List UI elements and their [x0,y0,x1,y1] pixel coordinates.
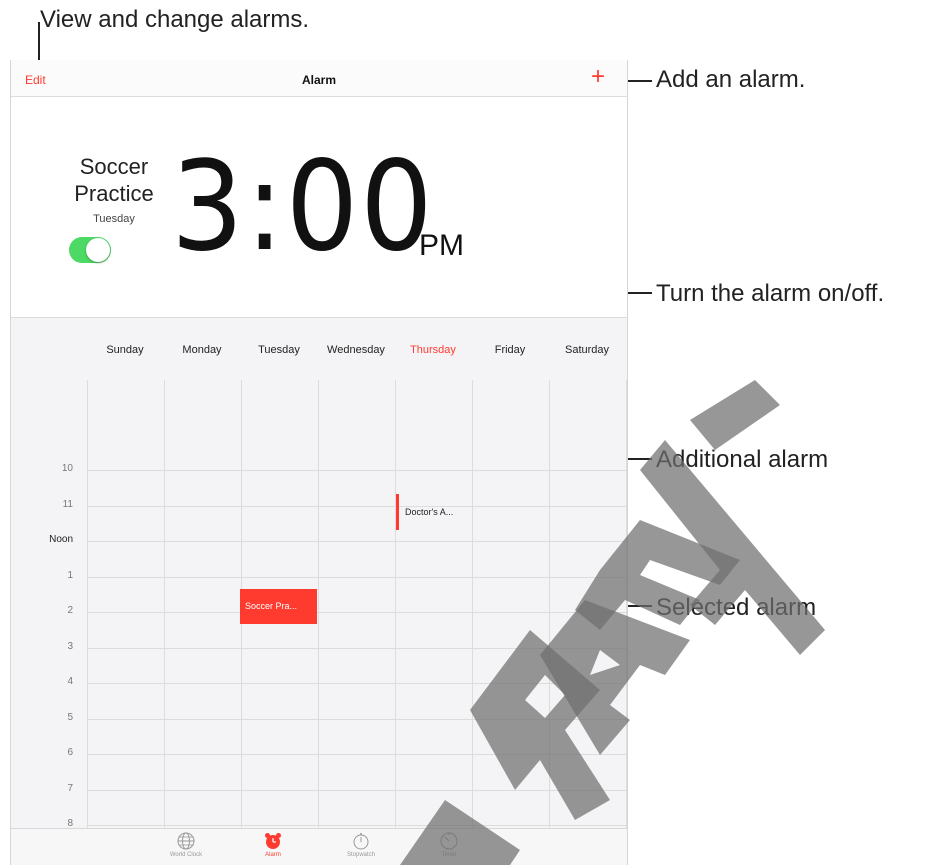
alarm-name-line1: Soccer [79,154,149,179]
day-label-thursday: Thursday [410,344,456,356]
day-label-wednesday: Wednesday [327,344,385,356]
day-label-monday: Monday [182,344,222,356]
hour-label-noon: Noon [49,534,73,545]
day-label-saturday: Saturday [564,344,610,356]
hour-label-3: 3 [67,640,73,652]
grid-hour-line [87,789,627,791]
grid-hour-line [87,541,627,542]
alarm-time: 3:00 [171,135,435,279]
hour-label-7: 7 [67,782,73,794]
grid-column-line [472,380,473,828]
alarm-detail: Soccer Practice Tuesday 3:00 PM [11,97,627,318]
alarm-clock-icon [265,833,281,849]
grid-column-line [549,380,550,828]
alarm-app-screen: Edit Alarm + Soccer Practice Tuesday 3:0… [10,60,628,865]
alarm-name: Soccer Practice [59,153,169,207]
globe-icon [177,832,195,850]
grid-hour-line [87,754,627,755]
tab-stopwatch[interactable]: Stopwatch [331,832,391,858]
grid-hour-line [87,612,627,613]
hour-label-2: 2 [67,605,73,616]
grid-hour-line [87,576,627,578]
grid-column-line [318,380,319,828]
tab-timer[interactable]: Timer [419,832,479,858]
hour-label-1: 1 [67,569,73,581]
callout-additional: Additional alarm [656,446,829,473]
timer-icon [440,832,458,850]
tab-alarm-label: Alarm [265,852,281,858]
alarm-ampm: PM [419,229,464,262]
tab-world-clock[interactable]: World Clock [156,832,216,858]
callout-view-change: View and change alarms. [40,6,310,33]
toggle-knob [86,238,110,262]
alarm-toggle[interactable] [69,237,111,263]
grid-column-line [395,380,396,828]
grid-column-line [164,380,165,828]
tab-bar: World Clock Alarm Stopwatch Timer [11,828,627,865]
grid-hour-line [87,505,627,507]
week-calendar: Sunday Monday Tuesday Wednesday Thursday Frid… [11,318,627,865]
grid-column-line [626,380,627,828]
hour-label-5: 5 [67,711,73,723]
grid-hour-line [87,470,627,471]
alarm-chip-soccer-selected[interactable]: Soccer Pra... [240,589,317,624]
grid-hour-line [87,647,627,649]
callout-add-alarm: Add an alarm. [656,66,806,93]
grid-column-line [87,380,88,828]
grid-hour-line [87,683,627,684]
alarm-day: Tuesday [93,213,135,225]
add-alarm-button[interactable]: + [591,64,605,90]
tab-timer-label: Timer [441,852,457,858]
hour-label-10: 10 [61,463,73,474]
hour-label-4: 4 [67,676,73,687]
day-label-tuesday: Tuesday [258,344,300,356]
page-title: Alarm [301,73,336,87]
grid-hour-line [87,718,627,720]
callout-toggle: Turn the alarm on/off. [656,280,885,307]
grid-hour-line [87,825,627,826]
tab-stopwatch-label: Stopwatch [346,852,376,858]
tab-alarm[interactable]: Alarm [243,832,303,858]
stopwatch-icon [353,833,369,850]
hour-label-6: 6 [67,747,73,758]
hour-label-11: 11 [62,498,73,510]
navigation-bar: Edit Alarm + [11,60,627,97]
day-label-friday: Friday [494,344,526,356]
alarm-chip-doctor[interactable]: Doctor's A... [396,494,472,530]
day-label-sunday: Sunday [106,344,144,356]
tab-world-clock-label: World Clock [169,852,203,858]
callout-selected: Selected alarm [656,594,817,621]
alarm-name-line2: Practice [74,181,154,206]
